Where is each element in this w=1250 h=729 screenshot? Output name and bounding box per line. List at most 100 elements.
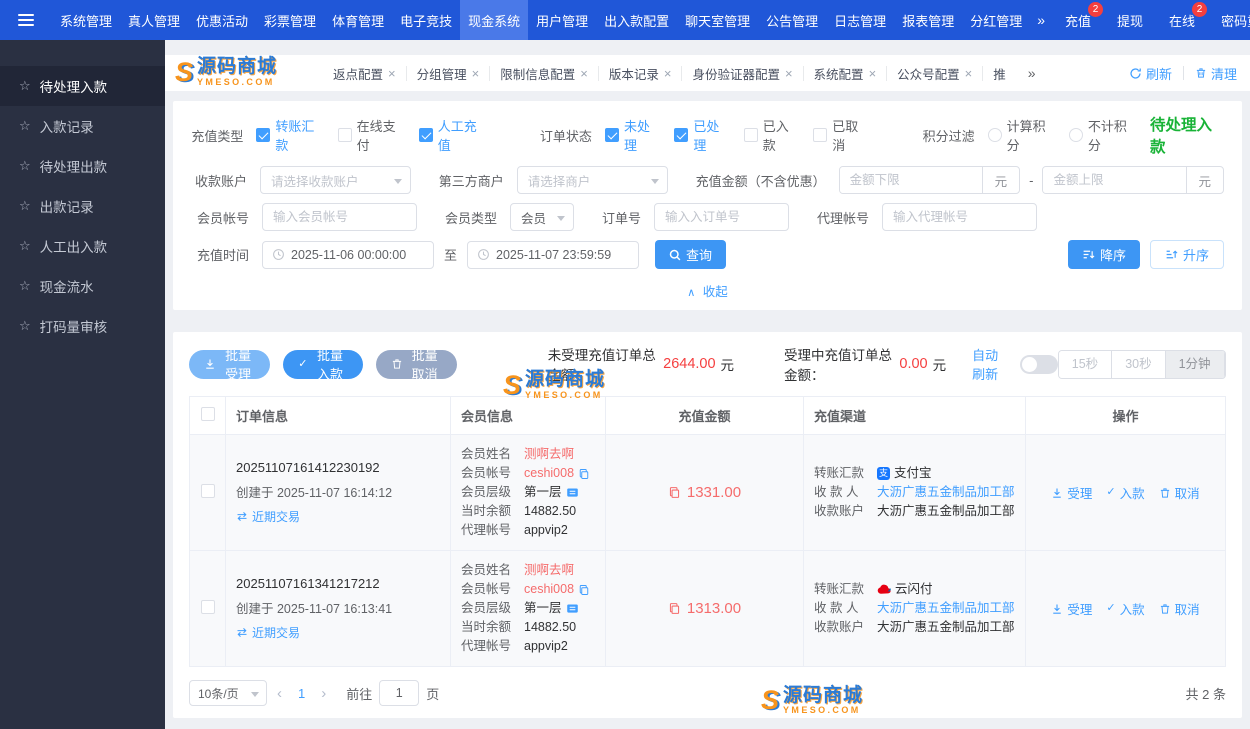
interval-30s[interactable]: 30秒 (1111, 350, 1165, 378)
current-page[interactable]: 1 (292, 686, 311, 701)
batch-accept-button[interactable]: 批量受理 (189, 348, 271, 382)
filter-checkbox-deposited[interactable]: 已入款 (743, 116, 796, 154)
order-no-input[interactable] (654, 203, 790, 231)
tab-authenticator-config[interactable]: 身份验证器配置 × (682, 65, 804, 82)
date-to-value[interactable] (496, 247, 630, 262)
goto-page-input[interactable] (379, 680, 420, 706)
topnav-item-cash[interactable]: 现金系统 (460, 0, 529, 40)
page-size-select[interactable]: 10条/页 (189, 680, 267, 706)
sort-descending-button[interactable]: 降序 (1067, 240, 1140, 269)
topnav-item-lottery[interactable]: 彩票管理 (256, 0, 324, 40)
recent-transactions-link[interactable]: 近期交易 (236, 624, 300, 641)
select-all-checkbox[interactable] (200, 407, 215, 421)
payee-link[interactable]: 大沥广惠五金制品加工部 (877, 483, 1015, 502)
sidebar-item-pending-withdrawals[interactable]: ☆ 待处理出款 (0, 146, 165, 186)
sort-ascending-button[interactable]: 升序 (1149, 240, 1224, 269)
payee-link[interactable]: 大沥广惠五金制品加工部 (877, 599, 1015, 618)
tab-official-account-config[interactable]: 公众号配置 × (887, 65, 984, 82)
cancel-action[interactable]: 取消 (1159, 599, 1200, 618)
batch-deposit-button[interactable]: ✓ 批量入款 (283, 348, 363, 382)
tab-truncated[interactable]: 推 (983, 66, 1016, 82)
refresh-tabs-button[interactable]: 刷新 (1129, 64, 1172, 83)
topnav-recharge-notice[interactable]: 充值 2 (1052, 0, 1104, 40)
collapse-filters-toggle[interactable]: ∧ 收起 (191, 278, 1224, 308)
tab-system-config[interactable]: 系统配置 × (804, 65, 888, 82)
prev-page-button[interactable]: ‹ (267, 685, 292, 702)
copy-icon[interactable] (668, 602, 681, 615)
close-icon[interactable]: × (388, 67, 396, 80)
clear-tabs-button[interactable]: 清理 (1195, 64, 1237, 83)
topnav-item-promo[interactable]: 优惠活动 (188, 0, 256, 40)
next-page-button[interactable]: › (311, 685, 336, 702)
topnav-withdraw-notice[interactable]: 提现 (1104, 0, 1156, 40)
sidebar-item-manual-transactions[interactable]: ☆ 人工出入款 (0, 226, 165, 266)
copy-icon[interactable] (578, 584, 590, 596)
tabs-overflow-icon[interactable]: » (1020, 65, 1044, 81)
topnav-overflow-icon[interactable]: » (1030, 0, 1052, 40)
batch-cancel-button[interactable]: 批量取消 (375, 348, 457, 382)
accept-action[interactable]: 受理 (1051, 599, 1092, 618)
topnav-item-sports[interactable]: 体育管理 (324, 0, 392, 40)
topnav-item-announcement[interactable]: 公告管理 (758, 0, 826, 40)
close-icon[interactable]: × (869, 67, 877, 80)
tab-version-history[interactable]: 版本记录 × (599, 65, 683, 82)
topnav-item-payment-config[interactable]: 出入款配置 (596, 0, 677, 40)
agent-account-input[interactable] (882, 203, 1038, 231)
topnav-item-live[interactable]: 真人管理 (120, 0, 188, 40)
row-checkbox[interactable] (200, 484, 215, 498)
topnav-item-users[interactable]: 用户管理 (528, 0, 596, 40)
filter-checkbox-cancelled[interactable]: 已取消 (813, 116, 865, 154)
topnav-item-reports[interactable]: 报表管理 (894, 0, 962, 40)
close-icon[interactable]: × (472, 67, 480, 80)
sidebar-item-deposit-records[interactable]: ☆ 入款记录 (0, 106, 165, 146)
filter-checkbox-manual[interactable]: 人工充值 (418, 116, 483, 154)
hamburger-menu-icon[interactable] (0, 0, 52, 40)
deposit-action[interactable]: ✓ 入款 (1106, 483, 1144, 502)
topnav-online-notice[interactable]: 在线 2 (1156, 0, 1208, 40)
sidebar-item-betting-audit[interactable]: ☆ 打码量审核 (0, 306, 165, 346)
row-checkbox[interactable] (200, 600, 215, 614)
topnav-item-chatroom[interactable]: 聊天室管理 (677, 0, 758, 40)
date-to-input[interactable] (467, 240, 640, 269)
auto-refresh-label[interactable]: 自动刷新 (972, 345, 1011, 383)
recent-transactions-link[interactable]: 近期交易 (236, 508, 300, 525)
member-account-input[interactable] (262, 203, 417, 231)
sidebar-item-cash-flow[interactable]: ☆ 现金流水 (0, 266, 165, 306)
copy-icon[interactable] (578, 468, 590, 480)
topnav-item-dividend[interactable]: 分红管理 (962, 0, 1030, 40)
copy-icon[interactable] (668, 486, 681, 499)
topnav-item-esports[interactable]: 电子竞技 (392, 0, 460, 40)
date-from-input[interactable] (262, 240, 434, 269)
filter-radio-count-points[interactable]: 计算积分 (987, 116, 1052, 154)
deposit-action[interactable]: ✓ 入款 (1106, 599, 1144, 618)
auto-refresh-toggle[interactable] (1019, 354, 1058, 374)
filter-checkbox-unprocessed[interactable]: 未处理 (604, 116, 657, 154)
close-icon[interactable]: × (580, 67, 588, 80)
close-icon[interactable]: × (664, 67, 672, 80)
topnav-item-logs[interactable]: 日志管理 (826, 0, 894, 40)
close-icon[interactable]: × (785, 67, 793, 80)
accept-action[interactable]: 受理 (1051, 483, 1092, 502)
tab-rebate-config[interactable]: 返点配置 × (323, 65, 407, 82)
tab-group-management[interactable]: 分组管理 × (407, 65, 491, 82)
close-icon[interactable]: × (965, 67, 973, 80)
interval-5min[interactable]: 5分钟 (1223, 350, 1226, 378)
sidebar-item-withdrawal-records[interactable]: ☆ 出款记录 (0, 186, 165, 226)
topnav-password-reset[interactable]: 密码重置 (1208, 0, 1250, 40)
topnav-item-system[interactable]: 系统管理 (52, 0, 120, 40)
sidebar-item-pending-deposits[interactable]: ☆ 待处理入款 (0, 66, 165, 106)
filter-radio-no-points[interactable]: 不计积分 (1068, 116, 1133, 154)
filter-checkbox-online-pay[interactable]: 在线支付 (337, 116, 402, 154)
cancel-action[interactable]: 取消 (1159, 483, 1200, 502)
merchant-select[interactable]: 请选择商户 (516, 166, 668, 194)
interval-1min[interactable]: 1分钟 (1164, 350, 1224, 378)
member-type-select[interactable]: 会员 (510, 203, 575, 231)
date-from-value[interactable] (291, 247, 424, 262)
filter-checkbox-processed[interactable]: 已处理 (674, 116, 726, 154)
tab-restriction-config[interactable]: 限制信息配置 × (490, 65, 599, 82)
interval-15s[interactable]: 15秒 (1058, 350, 1112, 378)
search-button[interactable]: 查询 (655, 240, 727, 269)
filter-checkbox-transfer[interactable]: 转账汇款 (256, 116, 320, 154)
amount-min-input[interactable] (839, 167, 982, 193)
payee-account-select[interactable]: 请选择收款账户 (259, 166, 411, 194)
